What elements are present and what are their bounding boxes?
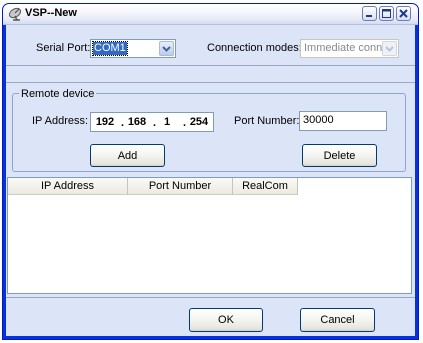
bottom-separator [6, 297, 415, 298]
close-button[interactable] [396, 6, 411, 21]
maximize-icon [382, 9, 391, 18]
ip-address-field[interactable]: 192 . 168 . 1 . 254 [90, 112, 214, 132]
ip-octet-1: 192 [95, 116, 115, 128]
serial-port-select[interactable]: COM1 [90, 39, 176, 58]
connection-modes-label: Connection modes: [207, 42, 302, 54]
ip-octet-2: 168 [127, 116, 147, 128]
top-separator [6, 65, 415, 66]
window-title: VSP--New [25, 7, 77, 19]
serial-port-dropdown-button[interactable] [159, 41, 174, 56]
remote-device-group-label: Remote device [19, 88, 97, 100]
ip-octet-4: 254 [189, 116, 209, 128]
delete-button[interactable]: Delete [302, 144, 377, 167]
add-button[interactable]: Add [90, 144, 165, 167]
chevron-down-icon [385, 45, 394, 52]
section-separator [6, 82, 415, 83]
port-number-field[interactable]: 30000 [299, 111, 387, 131]
port-number-label: Port Number: [234, 115, 300, 127]
device-list[interactable]: IP Address Port Number RealCom [7, 177, 412, 294]
dialog-window: VSP--New Serial Port: COM1 Connection mo… [2, 3, 419, 340]
minimize-button[interactable] [362, 6, 377, 21]
serial-port-label: Serial Port: [36, 42, 91, 54]
satellite-dish-icon [8, 7, 24, 21]
close-icon [399, 9, 408, 18]
device-list-header: IP Address Port Number RealCom [8, 178, 298, 195]
column-header-realcom[interactable]: RealCom [233, 178, 298, 195]
connection-modes-value: Immediate conn [304, 42, 383, 54]
ip-dot: . [183, 117, 187, 129]
chevron-down-icon [162, 45, 171, 52]
ip-dot: . [121, 117, 125, 129]
dialog-client-area: Serial Port: COM1 Connection modes: Imme… [6, 25, 415, 336]
ok-button[interactable]: OK [189, 308, 263, 332]
serial-port-value: COM1 [92, 41, 128, 56]
column-header-ip-address[interactable]: IP Address [8, 178, 128, 195]
ip-address-label: IP Address: [32, 115, 89, 127]
cancel-button[interactable]: Cancel [300, 308, 375, 332]
ip-octet-3: 1 [163, 116, 171, 128]
maximize-button[interactable] [379, 6, 394, 21]
minimize-icon [366, 15, 372, 17]
title-bar[interactable]: VSP--New [3, 4, 418, 25]
connection-modes-dropdown-button[interactable] [382, 41, 397, 56]
column-header-port-number[interactable]: Port Number [128, 178, 233, 195]
connection-modes-select[interactable]: Immediate conn [300, 39, 399, 58]
